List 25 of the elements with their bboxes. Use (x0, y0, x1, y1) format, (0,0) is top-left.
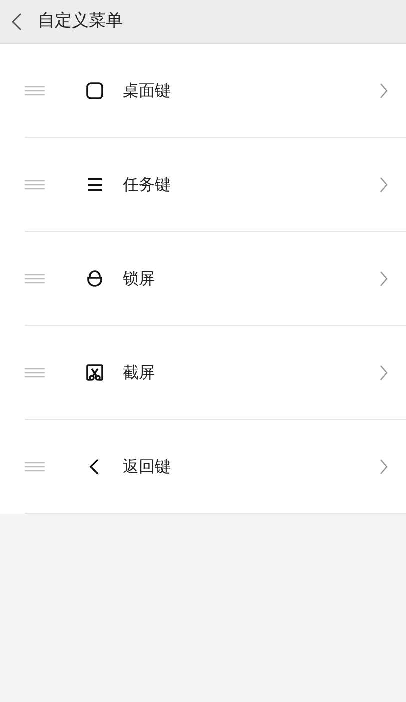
item-label: 返回键 (123, 456, 172, 478)
back-icon[interactable] (12, 12, 22, 30)
menu-item[interactable]: 锁屏 (25, 232, 406, 326)
drag-handle-icon[interactable] (25, 462, 45, 472)
menu-item[interactable]: 截屏 (25, 326, 406, 420)
drag-handle-icon[interactable] (25, 368, 45, 378)
item-label: 桌面键 (123, 80, 172, 102)
chevron-right-icon (380, 270, 388, 286)
chevron-right-icon (380, 458, 388, 474)
lock-icon (85, 268, 105, 288)
menu-item[interactable]: 桌面键 (25, 44, 406, 138)
chevron-right-icon (380, 364, 388, 380)
item-label: 锁屏 (123, 268, 156, 290)
drag-handle-icon[interactable] (25, 274, 45, 284)
scissors-icon (85, 362, 105, 382)
page-title: 自定义菜单 (38, 10, 123, 33)
drag-handle-icon[interactable] (25, 86, 45, 96)
item-label: 截屏 (123, 362, 156, 384)
chevron-right-icon (380, 176, 388, 192)
rounded-square-icon (85, 80, 105, 100)
item-label: 任务键 (123, 174, 172, 196)
chevron-right-icon (380, 82, 388, 98)
menu-item[interactable]: 返回键 (25, 420, 406, 514)
drag-handle-icon[interactable] (25, 180, 45, 190)
menu-item[interactable]: 任务键 (25, 138, 406, 232)
